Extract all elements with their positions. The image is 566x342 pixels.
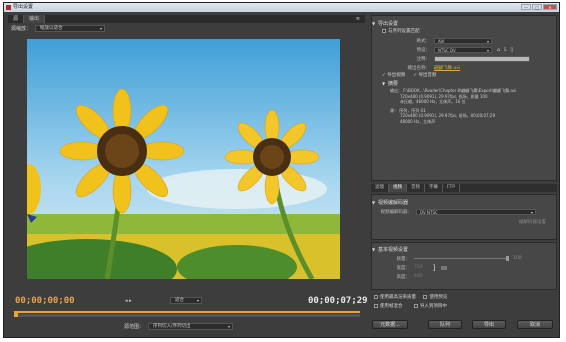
import-into-project-checkbox[interactable]	[413, 303, 418, 308]
delete-preset-icon[interactable]: ▯	[510, 47, 513, 53]
panel-menu-icon[interactable]: ≡	[351, 15, 365, 23]
close-button[interactable]: ✕	[543, 4, 557, 10]
save-preset-icon[interactable]: ⌂	[497, 47, 500, 53]
export-settings-section: 导出设置 与序列设置匹配 格式： AVI 预设： NTSC DV ⌂ ⇩ ▯ 注…	[371, 15, 557, 181]
render-options: 使用最高渲染质量 使用预览 使用帧混合 导入到项目中	[371, 293, 557, 311]
tab-filters[interactable]: 滤镜	[371, 184, 389, 192]
link-dimensions-icon[interactable]: ]	[433, 264, 436, 272]
export-audio-label: 导出音频	[418, 73, 437, 78]
tab-video[interactable]: 视频	[389, 184, 407, 192]
preset-dropdown[interactable]: NTSC DV	[434, 46, 492, 53]
window-title: 导出设置	[13, 4, 34, 10]
summary-output-label: 输出：	[390, 88, 402, 93]
minimize-button[interactable]: —	[521, 4, 531, 10]
tab-captions[interactable]: 字幕	[425, 184, 443, 192]
summary-source-label: 源：	[390, 107, 398, 113]
timeline-in-out-range[interactable]	[16, 311, 360, 313]
quality-slider[interactable]	[414, 256, 509, 261]
codec-settings-button[interactable]: 编解码器设置	[372, 219, 556, 225]
match-sequence-checkbox[interactable]	[382, 28, 386, 33]
format-label: 格式：	[416, 38, 431, 44]
fit-dropdown[interactable]: 适合	[170, 297, 202, 304]
match-sequence-label: 与序列设置匹配	[388, 29, 420, 34]
use-preview-checkbox[interactable]	[423, 294, 428, 299]
summary-source-audio: 48000 Hz，立体声	[400, 118, 436, 124]
preset-label: 预设：	[416, 47, 431, 53]
title-bar: 导出设置 — □ ✕	[4, 3, 559, 12]
timecode-row: 00;00;00;00 ◂ ▸ 适合 00;00;07;29	[12, 296, 368, 308]
playhead-icon[interactable]	[14, 311, 18, 317]
tab-ftp[interactable]: FTP	[443, 184, 460, 192]
width-label: 宽度：	[396, 265, 411, 271]
comment-label: 注释：	[416, 56, 431, 62]
summary-output-path: F:\BOOK...\Reader\Chapter 8\翩翩飞舞\Export\…	[403, 88, 517, 93]
export-audio-check-icon[interactable]: ✓	[413, 73, 417, 78]
video-codec-label: 视频编解码器：	[380, 209, 413, 215]
export-video-check-icon[interactable]: ✓	[382, 73, 386, 78]
source-scale-label: 源缩放：	[11, 25, 32, 32]
preview-tabs: 源 输出 ≡	[8, 15, 365, 23]
maximize-button[interactable]: □	[532, 4, 542, 10]
export-video-label: 导出视频	[387, 73, 406, 78]
timecode-end: 00;00;07;29	[308, 296, 368, 306]
summary-source-sequence: 序列，序列 01	[399, 107, 426, 113]
width-value[interactable]: 720	[414, 265, 423, 270]
quality-value[interactable]: 100	[513, 256, 522, 261]
source-scale-dropdown[interactable]: 缩放以适合	[35, 24, 106, 32]
export-settings-window: 导出设置 — □ ✕ 源 输出 ≡ 源缩放： 缩放以适合 ▾ 00;00;00;…	[3, 2, 560, 338]
basic-video-section: 基本视频设置 质量： 100 宽度： 720 ] 高度： 480	[371, 242, 557, 290]
tab-output[interactable]: 输出	[24, 15, 46, 23]
video-codec-header[interactable]: 视频编解码器	[372, 199, 556, 207]
tab-source[interactable]: 源	[8, 15, 25, 23]
timecode-start: 00;00;00;00	[15, 296, 75, 306]
sunflower-image	[27, 39, 340, 279]
export-button[interactable]: 导出	[472, 320, 506, 329]
import-into-project-label: 导入到项目中	[419, 304, 447, 309]
video-preview	[27, 39, 340, 279]
frame-blending-label: 使用帧混合	[380, 304, 403, 309]
output-name-link[interactable]: 翩翩飞舞.avi	[434, 65, 460, 71]
quality-label: 质量：	[396, 256, 411, 262]
height-value[interactable]: 480	[414, 274, 423, 279]
summary-output-audio: 未压缩，48000 Hz，立体声，16 位	[400, 99, 466, 104]
timeline-scrubber[interactable]	[14, 311, 360, 317]
source-range-label: 源范围：	[124, 324, 145, 330]
quality-slider-handle[interactable]	[506, 256, 509, 261]
video-codec-dropdown[interactable]: DV NTSC	[416, 208, 536, 215]
height-label: 高度：	[396, 274, 411, 280]
summary-output: 输出： F:\BOOK...\Reader\Chapter 8\翩翩飞舞\Exp…	[372, 88, 556, 124]
set-in-out-icon[interactable]: ◂ ▸	[125, 298, 132, 304]
cancel-button[interactable]: 取消	[517, 320, 553, 329]
tab-audio[interactable]: 音频	[407, 184, 425, 192]
settings-tabs: 滤镜 视频 音频 字幕 FTP	[371, 184, 557, 192]
max-render-quality-label: 使用最高渲染质量	[380, 295, 416, 300]
app-icon	[6, 5, 11, 10]
export-settings-header[interactable]: 导出设置	[372, 20, 556, 28]
frame-blending-checkbox[interactable]	[374, 303, 378, 308]
use-preview-label: 使用预览	[429, 295, 448, 300]
queue-button[interactable]: 队列	[428, 320, 462, 329]
settings-panel: 导出设置 与序列设置匹配 格式： AVI 预设： NTSC DV ⌂ ⇩ ▯ 注…	[371, 15, 557, 337]
output-name-label: 输出名称：	[407, 65, 431, 71]
comment-input[interactable]	[434, 55, 530, 62]
format-dropdown[interactable]: AVI	[434, 37, 492, 44]
summary-header[interactable]: 摘要	[382, 80, 556, 88]
source-range-dropdown[interactable]: 序列切入/序列切出	[148, 323, 234, 330]
video-codec-section: 视频编解码器 视频编解码器： DV NTSC 编解码器设置	[371, 194, 557, 240]
basic-video-header[interactable]: 基本视频设置	[372, 246, 556, 254]
constrain-icon[interactable]	[441, 265, 448, 270]
metadata-button[interactable]: 元数据...	[372, 320, 408, 329]
import-preset-icon[interactable]: ⇩	[503, 47, 507, 53]
max-render-quality-checkbox[interactable]	[374, 294, 378, 299]
